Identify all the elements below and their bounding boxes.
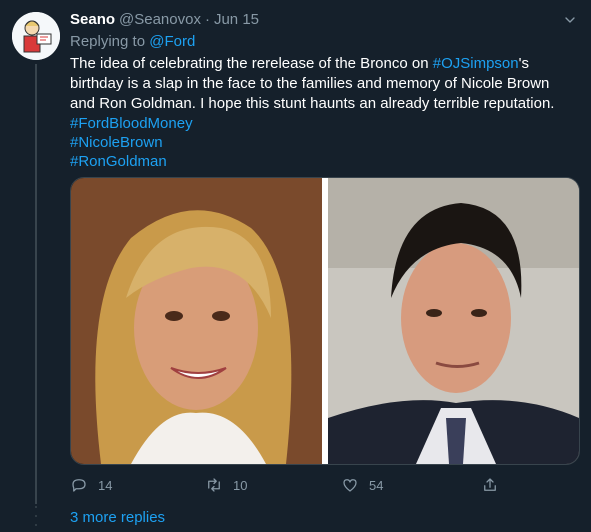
media-photo-right[interactable] bbox=[328, 178, 579, 464]
avatar-cartoon-icon bbox=[12, 12, 60, 60]
hashtag-list: #FordBloodMoney #NicoleBrown #RonGoldman bbox=[70, 114, 578, 171]
media-photo-left[interactable] bbox=[71, 178, 322, 464]
replying-prefix: Replying to bbox=[70, 33, 150, 50]
tweet-content[interactable]: Seano @Seanovox · Jun 15 Replying to @Fo… bbox=[70, 10, 578, 171]
heart-icon bbox=[343, 479, 357, 492]
more-replies-link[interactable]: 3 more replies bbox=[70, 509, 165, 526]
retweet-icon bbox=[208, 478, 220, 492]
tweet-actions: 14 10 54 bbox=[70, 474, 500, 496]
tweet-text: The idea of celebrating the rerelease of… bbox=[70, 54, 578, 114]
avatar[interactable] bbox=[12, 12, 60, 60]
chevron-down-icon[interactable] bbox=[562, 12, 578, 28]
retweet-button[interactable]: 10 bbox=[205, 476, 341, 494]
hashtag-ojsimpson[interactable]: #OJSimpson bbox=[433, 55, 519, 72]
hashtag-link[interactable]: #RonGoldman bbox=[70, 152, 578, 171]
replying-to-link[interactable]: @Ford bbox=[149, 33, 195, 50]
like-button[interactable]: 54 bbox=[341, 476, 481, 494]
share-button[interactable] bbox=[481, 476, 499, 494]
tweet-header: Seano @Seanovox · Jun 15 bbox=[70, 10, 578, 30]
share-icon bbox=[484, 478, 496, 491]
hashtag-link[interactable]: #FordBloodMoney bbox=[70, 114, 578, 133]
tweet-date[interactable]: Jun 15 bbox=[214, 10, 259, 30]
user-handle[interactable]: @Seanovox bbox=[119, 10, 201, 30]
tweet-text-before: The idea of celebrating the rerelease of… bbox=[70, 55, 433, 72]
like-count: 54 bbox=[369, 477, 384, 493]
replying-to: Replying to @Ford bbox=[70, 32, 578, 52]
display-name[interactable]: Seano bbox=[70, 10, 115, 30]
retweet-count: 10 bbox=[233, 477, 248, 493]
header-separator: · bbox=[204, 11, 210, 28]
thread-dots bbox=[33, 506, 39, 526]
reply-icon bbox=[72, 479, 86, 492]
reply-count: 14 bbox=[98, 477, 113, 493]
thread-line bbox=[35, 64, 37, 504]
hashtag-link[interactable]: #NicoleBrown bbox=[70, 133, 578, 152]
tweet-media[interactable] bbox=[70, 177, 580, 465]
reply-button[interactable]: 14 bbox=[70, 476, 205, 494]
